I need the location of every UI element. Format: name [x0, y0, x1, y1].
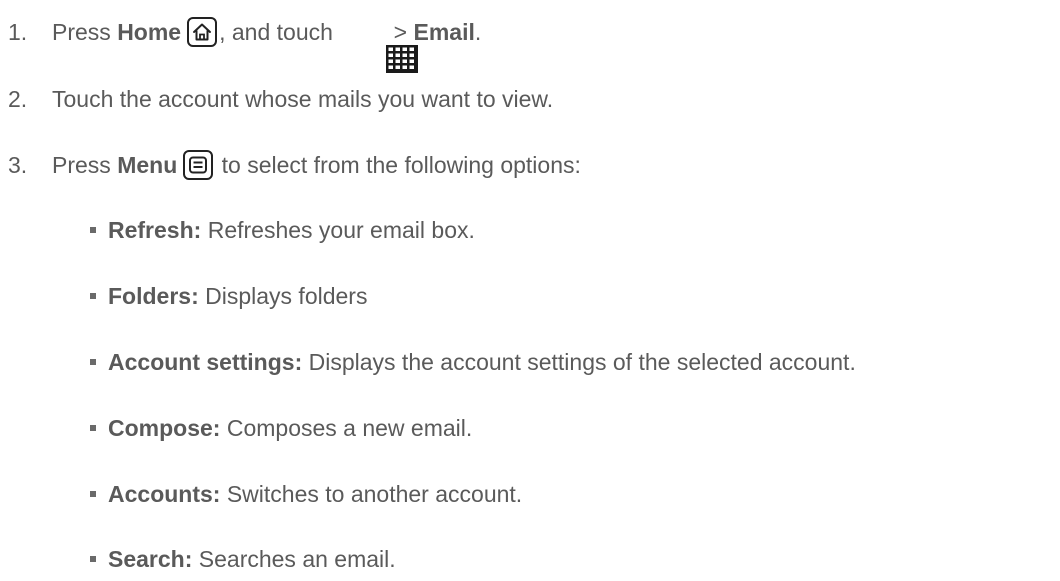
step-number: 2.	[8, 85, 28, 112]
option-text: Compose: Composes a new email.	[108, 415, 472, 442]
bullet-marker	[90, 293, 96, 299]
option-label: Search:	[108, 545, 193, 572]
option-text: Account settings: Displays the account s…	[108, 349, 856, 376]
step-number: 1.	[8, 18, 28, 45]
option-label: Account settings:	[108, 348, 303, 375]
option-text: Accounts: Switches to another account.	[108, 481, 522, 508]
step-text: Press Menu to select from the following …	[52, 150, 581, 180]
bullet-marker	[90, 556, 96, 562]
option-item-folders: Folders: Displays folders	[0, 280, 1060, 312]
option-label: Refresh:	[108, 216, 202, 243]
step-2: 2. Touch the account whose mails you wan…	[0, 83, 1060, 115]
menu-label: Menu	[117, 151, 178, 178]
step-1: 1. Press Home , and touch > Email .	[0, 16, 1060, 73]
option-text: Folders: Displays folders	[108, 283, 367, 310]
email-label: Email	[413, 18, 475, 45]
option-label: Accounts:	[108, 480, 221, 507]
step-text-part: .	[474, 18, 482, 45]
option-item-compose: Compose: Composes a new email.	[0, 412, 1060, 444]
bullet-marker	[90, 425, 96, 431]
option-desc: Displays the account settings of the sel…	[302, 348, 856, 375]
step-text: Press Home , and touch > Email .	[52, 17, 482, 73]
option-desc: Displays folders	[198, 282, 368, 309]
option-item-search: Search: Searches an email.	[0, 543, 1060, 575]
option-desc: Refreshes your email box.	[201, 216, 475, 243]
bullet-marker	[90, 491, 96, 497]
option-label: Folders:	[108, 282, 199, 309]
step-text: Touch the account whose mails you want t…	[52, 85, 554, 112]
option-desc: Searches an email.	[192, 545, 396, 572]
bullet-marker	[90, 359, 96, 365]
option-item-accounts: Accounts: Switches to another account.	[0, 478, 1060, 510]
step-text-part: to select from the following options:	[215, 151, 581, 178]
option-item-refresh: Refresh: Refreshes your email box.	[0, 214, 1060, 246]
bullet-marker	[90, 227, 96, 233]
step-text-part: >	[387, 18, 414, 45]
option-desc: Switches to another account.	[220, 480, 523, 507]
apps-grid-icon	[347, 18, 418, 73]
option-item-account-settings: Account settings: Displays the account s…	[0, 346, 1060, 378]
home-label: Home	[117, 18, 182, 45]
option-label: Compose:	[108, 414, 221, 441]
step-text-part: , and touch	[219, 18, 340, 45]
option-text: Refresh: Refreshes your email box.	[108, 217, 475, 244]
option-text: Search: Searches an email.	[108, 546, 396, 573]
step-text-part: Press	[52, 18, 118, 45]
home-icon	[187, 17, 218, 47]
step-3: 3. Press Menu to select from the followi…	[0, 149, 1060, 181]
menu-icon	[183, 150, 214, 180]
step-number: 3.	[8, 151, 28, 178]
option-desc: Composes a new email.	[220, 414, 473, 441]
step-text-part: Press	[52, 151, 118, 178]
